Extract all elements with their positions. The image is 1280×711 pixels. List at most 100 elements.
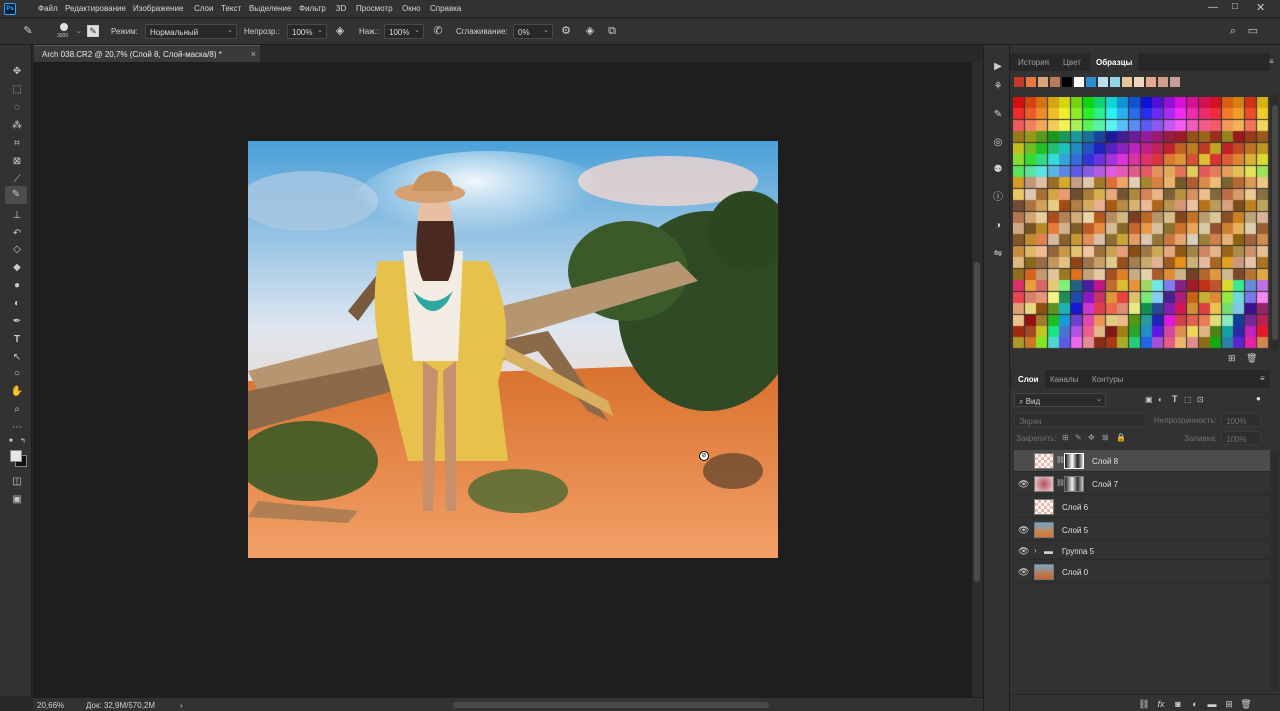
swatch[interactable] xyxy=(1134,77,1144,87)
swatch[interactable] xyxy=(1014,77,1024,87)
magic-wand-tool-icon[interactable]: ⁂ xyxy=(9,119,25,133)
document-image[interactable] xyxy=(248,141,778,558)
tab-color[interactable]: Цвет xyxy=(1057,53,1087,71)
zoom-tool-icon[interactable]: ⌕ xyxy=(9,403,25,417)
tab-swatches[interactable]: Образцы xyxy=(1090,53,1139,71)
workspace-icon[interactable]: ▭ xyxy=(1245,23,1261,39)
swatch-grid[interactable] xyxy=(1013,97,1269,349)
smoothing-field[interactable]: 0% ⌄ xyxy=(513,24,553,39)
eye-icon[interactable]: 👁 xyxy=(1018,525,1029,535)
menu-filter[interactable]: Фильтр xyxy=(299,4,326,13)
lock-transparent-icon[interactable]: ⊞ xyxy=(1062,433,1069,442)
fill-field[interactable]: 100% xyxy=(1221,431,1261,445)
chevron-right-icon[interactable]: › xyxy=(1034,546,1037,555)
frame-tool-icon[interactable]: ⊠ xyxy=(9,155,25,169)
blur-tool-icon[interactable]: ● xyxy=(9,279,25,293)
eye-icon[interactable]: 👁 xyxy=(1018,546,1029,556)
pressure-opacity-icon[interactable]: ◈ xyxy=(332,23,348,39)
lock-all-icon[interactable]: 🔒 xyxy=(1116,433,1126,442)
brush-settings-panel-icon[interactable]: ✎ xyxy=(990,107,1006,123)
menu-image[interactable]: Изображение xyxy=(133,4,183,13)
layer-row[interactable]: 👁 ⛓ Слой 7 xyxy=(1014,473,1270,495)
maximize-icon[interactable]: □ xyxy=(1232,1,1238,12)
menu-edit[interactable]: Редактирование xyxy=(65,4,126,13)
swatches-scrollbar[interactable] xyxy=(1271,95,1279,351)
new-adjustment-icon[interactable]: ◐ xyxy=(1189,698,1201,710)
swatch[interactable] xyxy=(1146,77,1156,87)
swatch[interactable] xyxy=(1086,77,1096,87)
tab-channels[interactable]: Каналы xyxy=(1044,370,1084,388)
flow-field[interactable]: 100% ⌄ xyxy=(384,24,424,39)
minimize-icon[interactable]: — xyxy=(1208,2,1218,13)
swatch[interactable] xyxy=(1122,77,1132,87)
close-tab-icon[interactable]: × xyxy=(251,49,256,59)
mode-dropdown[interactable]: Нормальный ⌄ xyxy=(145,24,237,39)
filter-smart-object-icon[interactable]: ⊡ xyxy=(1197,395,1204,404)
layer-group-row[interactable]: 👁 › ▬ Группа 5 xyxy=(1014,542,1270,560)
visibility-toggle[interactable] xyxy=(1018,456,1028,466)
actions-icon[interactable]: ⚘ xyxy=(990,79,1006,95)
swatch[interactable] xyxy=(1038,77,1048,87)
filter-toggle-icon[interactable]: ● xyxy=(1256,394,1261,403)
menu-select[interactable]: Выделение xyxy=(249,4,291,13)
brush-tool-icon[interactable]: ✎ xyxy=(20,23,36,39)
more-tools-icon[interactable]: ⋯ xyxy=(9,421,25,435)
menu-view[interactable]: Просмотр xyxy=(356,4,393,13)
swatch[interactable] xyxy=(1170,77,1180,87)
filter-shape-icon[interactable]: ⬚ xyxy=(1184,395,1192,404)
eye-icon[interactable]: 👁 xyxy=(1018,479,1029,489)
status-menu-arrow-icon[interactable]: › xyxy=(180,701,183,710)
filter-pixel-icon[interactable]: ▣ xyxy=(1145,395,1153,404)
shape-tool-icon[interactable]: ○ xyxy=(9,367,25,381)
menu-help[interactable]: Справка xyxy=(430,4,461,13)
layer-name[interactable]: Слой 0 xyxy=(1062,568,1088,577)
layer-row[interactable]: 👁 Слой 0 xyxy=(1014,561,1270,583)
brush-tool-icon[interactable]: ✎ xyxy=(5,186,27,204)
crop-tool-icon[interactable]: ⌗ xyxy=(9,137,25,151)
zoom-level[interactable]: 20,66% xyxy=(37,701,64,710)
swatch[interactable] xyxy=(1062,77,1072,87)
layer-row[interactable]: 👁 Слой 5 xyxy=(1014,519,1270,541)
layer-name[interactable]: Группа 5 xyxy=(1062,547,1094,556)
new-swatch-icon[interactable]: ⊞ xyxy=(1228,353,1236,364)
marquee-tool-icon[interactable]: ⬚ xyxy=(9,83,25,97)
dodge-tool-icon[interactable]: ◐ xyxy=(9,297,25,311)
menu-window[interactable]: Окно xyxy=(402,4,421,13)
search-icon[interactable]: ⌕ xyxy=(1225,23,1241,39)
new-layer-icon[interactable]: ⊞ xyxy=(1223,698,1235,710)
type-tool-icon[interactable]: T xyxy=(9,333,25,347)
filter-adjustment-icon[interactable]: ◐ xyxy=(1158,395,1163,404)
lasso-tool-icon[interactable]: ◌ xyxy=(9,101,25,115)
path-selection-tool-icon[interactable]: ↖ xyxy=(9,351,25,365)
panel-menu-icon[interactable]: ≡ xyxy=(1269,57,1274,66)
hand-tool-icon[interactable]: ✋ xyxy=(9,385,25,399)
brush-preset-picker[interactable]: 3000 xyxy=(54,22,76,42)
layer-name[interactable]: Слой 6 xyxy=(1062,503,1088,512)
close-icon[interactable]: ✕ xyxy=(1256,1,1265,14)
blend-mode-dropdown[interactable]: Экран xyxy=(1014,413,1146,427)
layer-row[interactable]: ⛓ Слой 8 xyxy=(1014,450,1270,472)
tab-history[interactable]: История xyxy=(1012,53,1055,71)
swatch[interactable] xyxy=(1026,77,1036,87)
photoshop-logo-icon[interactable]: Ps xyxy=(4,3,16,15)
layer-name[interactable]: Слой 5 xyxy=(1062,526,1088,535)
add-mask-icon[interactable]: ◙ xyxy=(1172,698,1184,710)
panel-menu-icon[interactable]: ≡ xyxy=(1260,374,1265,383)
menu-layers[interactable]: Слои xyxy=(194,4,213,13)
move-tool-icon[interactable]: ✥ xyxy=(9,65,25,79)
paint-bucket-tool-icon[interactable]: ◆ xyxy=(9,261,25,275)
play-icon[interactable]: ▶ xyxy=(990,59,1006,75)
link-layers-icon[interactable]: ⛓ xyxy=(1138,698,1150,710)
layer-row[interactable]: Слой 6 xyxy=(1014,496,1270,518)
lock-position-icon[interactable]: ✥ xyxy=(1088,433,1095,442)
lock-artboard-icon[interactable]: ⊠ xyxy=(1102,433,1109,442)
menu-3d[interactable]: 3D xyxy=(336,4,346,13)
trash-icon[interactable]: 🗑 xyxy=(1246,353,1257,364)
swatch[interactable] xyxy=(1050,77,1060,87)
tab-paths[interactable]: Контуры xyxy=(1086,370,1129,388)
layer-name[interactable]: Слой 7 xyxy=(1092,480,1118,489)
menu-type[interactable]: Текст xyxy=(221,4,241,13)
eye-icon[interactable]: 👁 xyxy=(1018,567,1029,577)
chevron-down-icon[interactable]: ⌄ xyxy=(76,27,82,35)
layer-thumbnail[interactable] xyxy=(1034,499,1054,515)
